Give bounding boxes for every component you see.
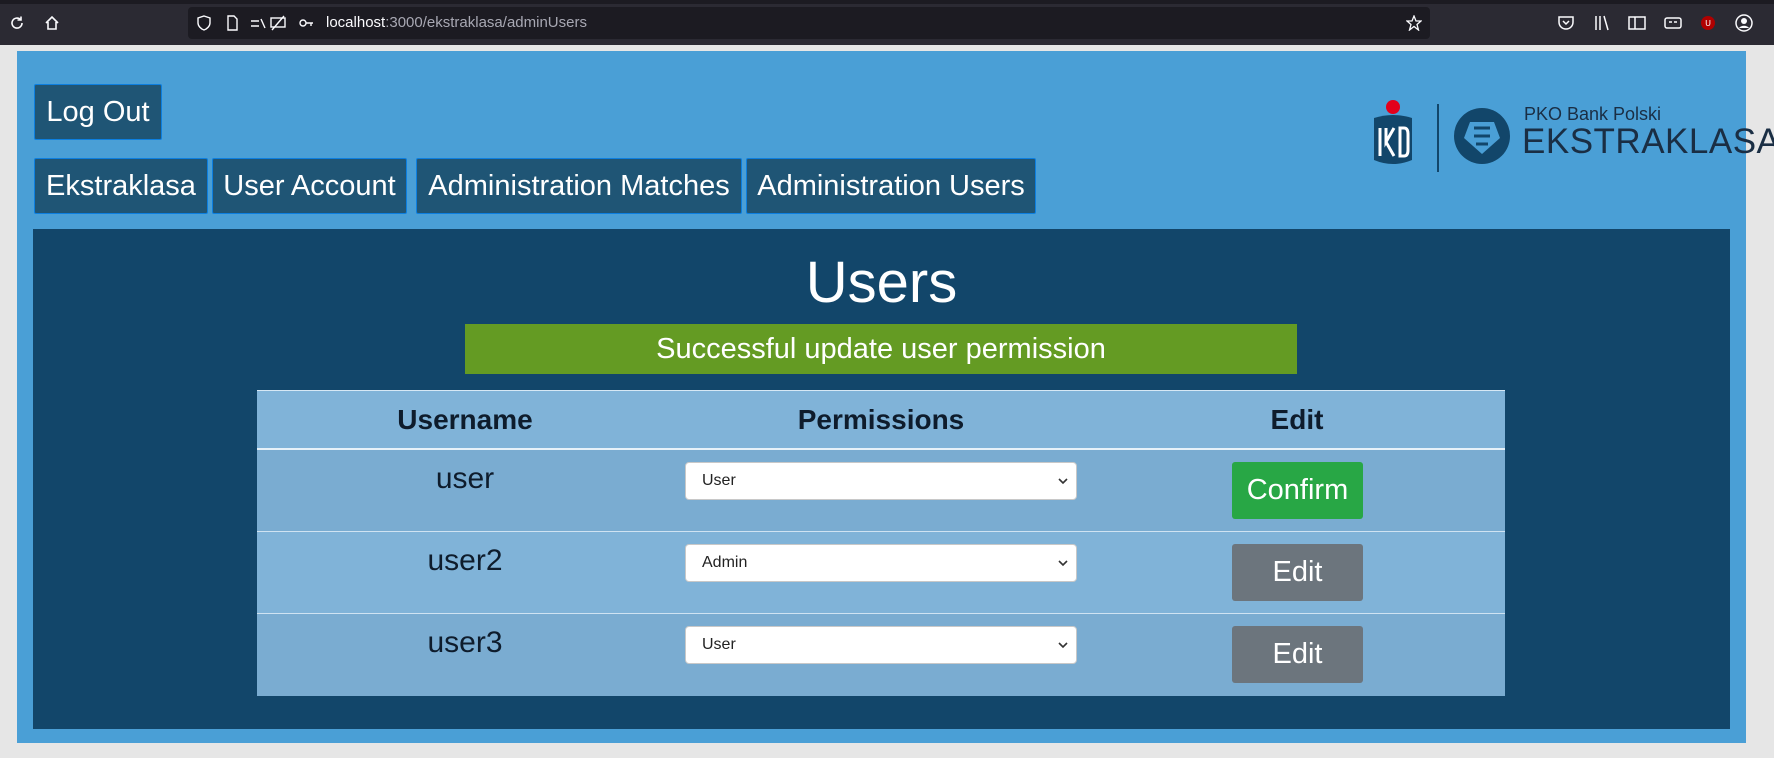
browser-toolbar: localhost:3000/ekstraklasa/adminUsers U	[0, 0, 1774, 45]
nav-ekstraklasa[interactable]: Ekstraklasa	[34, 158, 208, 214]
table-row: user User Confirm	[257, 450, 1505, 532]
success-alert: Successful update user permission	[465, 324, 1297, 374]
header-username: Username	[397, 403, 533, 435]
permission-value: Admin	[702, 554, 748, 571]
logout-button[interactable]: Log Out	[34, 84, 162, 140]
table-row: user3 User Edit	[257, 614, 1505, 696]
users-panel: Users Successful update user permission …	[33, 229, 1730, 729]
screen-sharing-blocked-icon[interactable]	[270, 15, 286, 31]
logo-text-line2: EKSTRAKLASA	[1522, 122, 1774, 161]
url-text[interactable]: localhost:3000/ekstraklasa/adminUsers	[326, 14, 587, 31]
permission-select[interactable]: User	[685, 626, 1077, 664]
permission-select[interactable]: Admin	[685, 544, 1077, 582]
tab-strip-edge	[0, 0, 1774, 4]
address-bar[interactable]: localhost:3000/ekstraklasa/adminUsers	[188, 7, 1430, 39]
chevron-down-icon	[1058, 478, 1068, 485]
nav-administration-users[interactable]: Administration Users	[746, 158, 1036, 214]
page-container: Log Out Ekstraklasa User Account Adminis…	[17, 51, 1774, 743]
key-icon[interactable]	[298, 15, 314, 31]
ublock-icon[interactable]: U	[1698, 13, 1718, 33]
username-cell: user3	[427, 626, 503, 659]
header-permissions: Permissions	[797, 403, 965, 435]
bookmark-star-icon[interactable]	[1406, 15, 1422, 31]
confirm-button[interactable]: Confirm	[1232, 462, 1363, 519]
pocket-icon[interactable]	[1556, 13, 1576, 33]
page-title: Users	[805, 250, 958, 315]
permission-value: User	[702, 472, 736, 489]
page-icon[interactable]	[224, 15, 240, 31]
sidebar-icon[interactable]	[1627, 13, 1647, 33]
edit-button[interactable]: Edit	[1232, 544, 1363, 601]
home-icon[interactable]	[40, 11, 64, 35]
table-row: user2 Admin Edit	[257, 532, 1505, 614]
nav-administration-matches[interactable]: Administration Matches	[416, 158, 742, 214]
table-header: Username Permissions Edit	[257, 390, 1505, 450]
library-icon[interactable]	[1592, 13, 1612, 33]
edit-button[interactable]: Edit	[1232, 626, 1363, 683]
permission-select[interactable]: User	[685, 462, 1077, 500]
shield-icon[interactable]	[196, 15, 212, 31]
nav-user-account[interactable]: User Account	[212, 158, 407, 214]
permission-value: User	[702, 636, 736, 653]
header-edit: Edit	[1270, 403, 1324, 435]
chevron-down-icon	[1058, 560, 1068, 567]
username-cell: user2	[427, 544, 503, 577]
account-icon[interactable]	[1734, 13, 1754, 33]
permissions-icon[interactable]	[250, 15, 266, 31]
ekstraklasa-logo: PKO Bank Polski EKSTRAKLASA	[1366, 98, 1774, 178]
reload-icon[interactable]	[5, 11, 29, 35]
users-table: Username Permissions Edit user User Conf…	[257, 390, 1505, 696]
svg-text:U: U	[1705, 19, 1711, 28]
chevron-down-icon	[1058, 642, 1068, 649]
username-cell: user	[435, 462, 495, 495]
reader-view-icon[interactable]	[1663, 13, 1683, 33]
